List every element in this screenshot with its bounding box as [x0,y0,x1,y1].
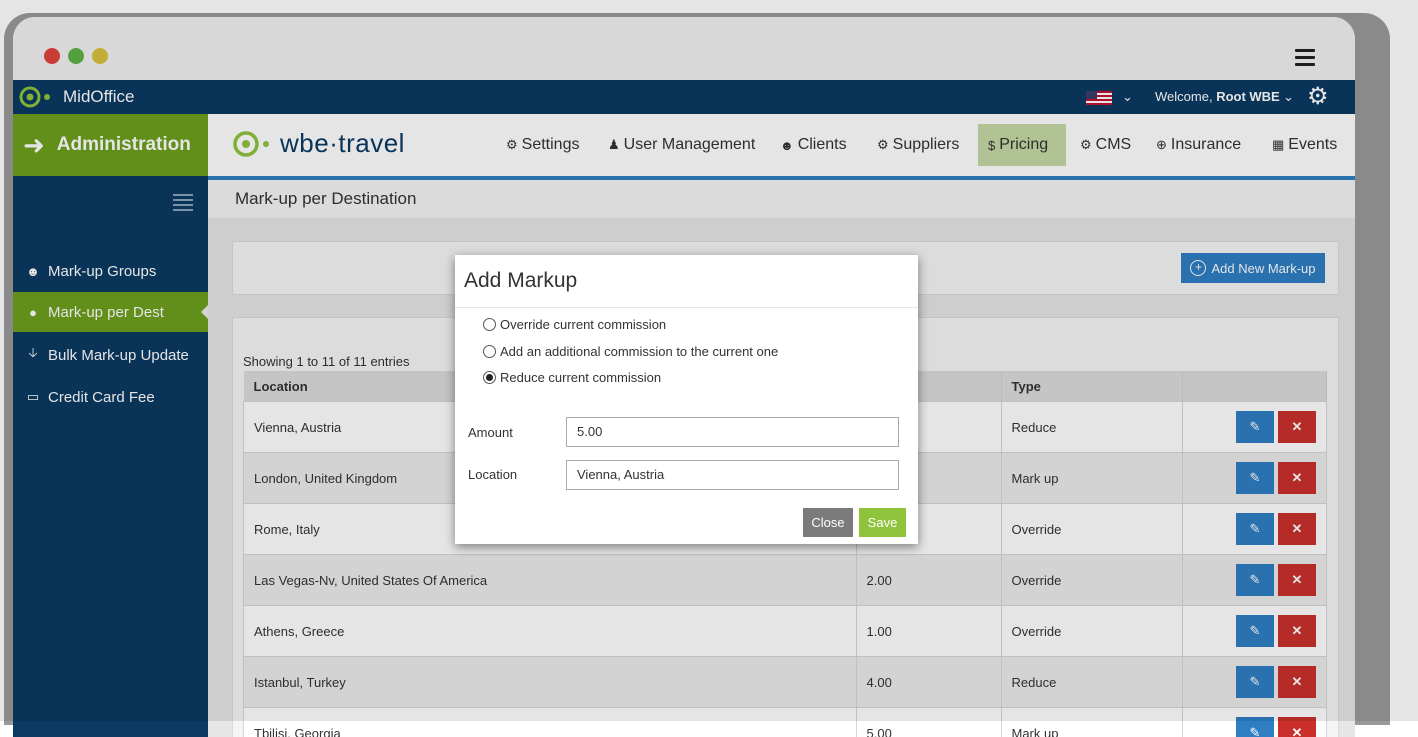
location-field[interactable]: Vienna, Austria [566,460,899,490]
modal-title: Add Markup [455,255,918,308]
save-button[interactable]: Save [859,508,906,537]
close-button[interactable]: Close [803,508,853,537]
radio-reduce[interactable] [483,371,496,384]
add-markup-modal: Add Markup Override current commission A… [455,255,918,544]
location-label: Location [468,467,517,482]
option-reduce[interactable]: Reduce current commission [483,370,661,385]
radio-override[interactable] [483,318,496,331]
amount-field[interactable]: 5.00 [566,417,899,447]
amount-label: Amount [468,425,513,440]
radio-add-additional[interactable] [483,345,496,358]
option-override[interactable]: Override current commission [483,317,666,332]
option-add-additional[interactable]: Add an additional commission to the curr… [483,344,778,359]
